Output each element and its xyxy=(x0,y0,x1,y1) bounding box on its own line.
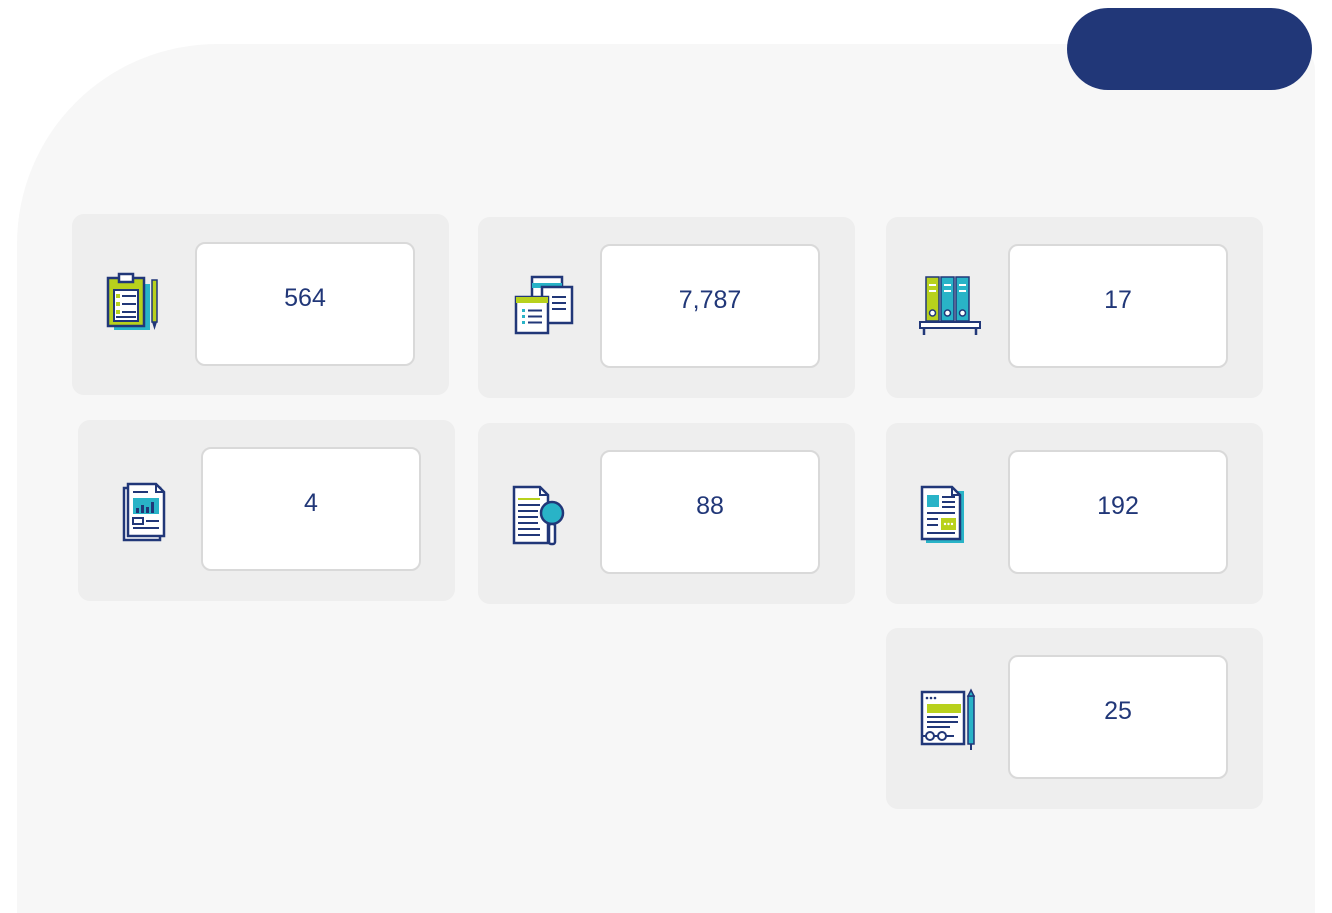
stat-value-box: 88 xyxy=(600,450,820,574)
stat-value: 192 xyxy=(1097,492,1139,520)
top-pill-button[interactable] xyxy=(1067,8,1312,90)
stat-value-box: 192 xyxy=(1008,450,1228,574)
binders-on-shelf-icon xyxy=(918,273,982,337)
stat-card-3: 17 xyxy=(886,217,1263,398)
stat-card-1: 564 xyxy=(72,214,449,395)
stat-value-box: 7,787 xyxy=(600,244,820,368)
stat-value: 4 xyxy=(304,489,318,517)
stat-value-box: 17 xyxy=(1008,244,1228,368)
clipboard-checklist-icon xyxy=(102,272,166,336)
stat-value: 564 xyxy=(284,284,326,312)
stacked-documents-icon xyxy=(512,273,576,337)
stat-card-5: 88 xyxy=(478,423,855,604)
stat-value-box: 4 xyxy=(201,447,421,571)
document-search-icon xyxy=(508,483,572,547)
report-chart-icon xyxy=(112,480,176,544)
stat-value: 88 xyxy=(696,492,724,520)
stat-value: 25 xyxy=(1104,697,1132,725)
stat-value: 17 xyxy=(1104,286,1132,314)
stat-card-4: 4 xyxy=(78,420,455,601)
stat-value-box: 25 xyxy=(1008,655,1228,779)
stat-card-2: 7,787 xyxy=(478,217,855,398)
article-document-icon xyxy=(918,483,982,547)
stat-card-7: 25 xyxy=(886,628,1263,809)
stat-value: 7,787 xyxy=(678,286,742,314)
contract-glasses-pen-icon xyxy=(918,688,982,752)
stat-value-box: 564 xyxy=(195,242,415,366)
stat-card-6: 192 xyxy=(886,423,1263,604)
